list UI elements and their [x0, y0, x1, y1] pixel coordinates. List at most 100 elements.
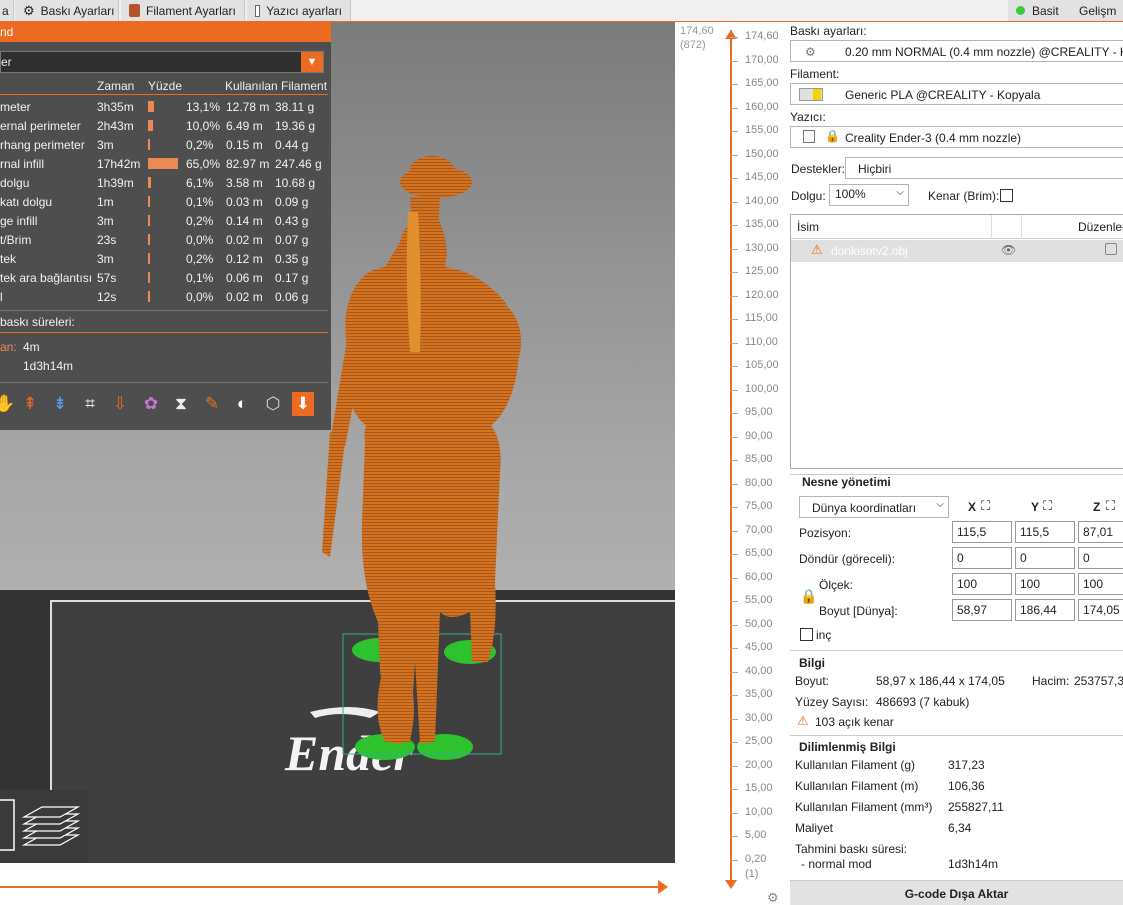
export-gcode-button[interactable]: G-code Dışa Aktar: [790, 880, 1123, 905]
pause-icon[interactable]: ⧗: [170, 392, 192, 416]
brim-label: Kenar (Brim):: [928, 189, 1000, 203]
layer-tick-label: 60,00: [745, 570, 773, 583]
printer-profile-value: Creality Ender-3 (0.4 mm nozzle): [845, 131, 1022, 145]
layers-down-icon[interactable]: ⇟: [49, 392, 71, 416]
legend-row-bar: [148, 234, 150, 245]
legend-row: tek ara bağlantısı 57s 0,1% 0.06 m 0.17 g: [0, 269, 331, 288]
retract-icon[interactable]: ⇩: [109, 392, 131, 416]
export-arrow-icon[interactable]: ⬇: [292, 392, 314, 416]
volume-label: Hacim:: [1032, 674, 1070, 688]
legend-row-percent: 0,2%: [186, 252, 214, 266]
drop-to-bed-icon[interactable]: ⛶: [981, 498, 990, 514]
legend-row-name: l: [0, 290, 3, 304]
scale-y-field[interactable]: 100: [1015, 573, 1075, 595]
layer-tick-mark: [730, 389, 738, 391]
legend-row-bar: [148, 177, 151, 188]
filament-combo[interactable]: Generic PLA @CREALITY - Kopyala: [790, 83, 1123, 105]
custom-gcode-icon[interactable]: ✎: [201, 392, 223, 416]
layer-tick-label: 40,00: [745, 664, 773, 677]
printer-icon: [803, 130, 815, 143]
legend-row-time: 23s: [97, 233, 117, 247]
layer-tick-mark: [730, 201, 738, 203]
mode-basic-button[interactable]: Basit: [1008, 0, 1067, 21]
time-label: an:: [0, 340, 17, 354]
hand-icon[interactable]: ✋: [0, 392, 16, 416]
supports-combo[interactable]: Hiçbiri: [845, 157, 1123, 179]
layer-tick-mark: [730, 413, 738, 415]
legend-row-name: rhang perimeter: [0, 138, 85, 152]
drop-to-bed-icon[interactable]: ⛶: [1043, 498, 1052, 514]
print-times-title: baskı süreleri:: [0, 315, 75, 329]
horizontal-slider-handle[interactable]: [658, 880, 668, 894]
layer-tick-label: 85,00: [745, 453, 773, 466]
view-mode-toggle[interactable]: [0, 790, 88, 863]
inch-checkbox[interactable]: [800, 628, 813, 641]
position-z-field[interactable]: 87,01: [1078, 521, 1123, 543]
legend-row-percent: 0,1%: [186, 271, 214, 285]
rotate-x-field[interactable]: 0: [952, 547, 1012, 569]
chevron-down-icon[interactable]: ▼: [301, 52, 323, 72]
lock-icon[interactable]: 🔒: [800, 588, 817, 605]
layer-tick-mark: [730, 577, 738, 579]
printer-combo[interactable]: 🔒 Creality Ender-3 (0.4 mm nozzle): [790, 126, 1123, 148]
list-item[interactable]: ⚠ donkisotv2.obj 👁: [791, 240, 1123, 262]
print-profile-combo[interactable]: ⚙ 0.20 mm NORMAL (0.4 mm nozzle) @CREALI…: [790, 40, 1123, 62]
layer-tick-label: 105,00: [745, 359, 779, 372]
layer-tick-label: 10,00: [745, 805, 773, 818]
position-x-field[interactable]: 115,5: [952, 521, 1012, 543]
position-y-field[interactable]: 115,5: [1015, 521, 1075, 543]
scale-label: Ölçek:: [819, 578, 854, 592]
size-x-field[interactable]: 58,97: [952, 599, 1012, 621]
layer-bottom-handle[interactable]: [725, 880, 737, 889]
coordinate-system-combo[interactable]: Dünya koordinatları ⌵: [799, 496, 949, 518]
legend-divider: [0, 310, 328, 311]
color-change-icon[interactable]: ✿: [140, 392, 162, 416]
scale-x-field[interactable]: 100: [952, 573, 1012, 595]
layers-up-icon[interactable]: ⇞: [19, 392, 41, 416]
infill-combo[interactable]: 100% ⌵: [829, 184, 909, 206]
tab-printer-settings[interactable]: Yazıcı ayarları: [247, 0, 351, 21]
object-list[interactable]: İsim Düzenler ⚠ donkisotv2.obj 👁: [790, 214, 1123, 469]
view-type-combo[interactable]: er ▼: [0, 51, 324, 73]
legend-row-meters: 0.02 m: [226, 290, 263, 304]
horizontal-slider[interactable]: [0, 863, 675, 905]
coordinate-system-value: Dünya koordinatları: [812, 501, 917, 515]
tab-filament-settings[interactable]: Filament Ayarları: [121, 0, 245, 21]
chevron-down-icon: ⌵: [936, 499, 944, 510]
layer-tick-label: 140,00: [745, 194, 779, 207]
seam-icon[interactable]: ⌗: [79, 392, 101, 416]
scale-z-field[interactable]: 100: [1078, 573, 1123, 595]
tab-print-settings[interactable]: ⚙ Baskı Ayarları: [15, 0, 119, 21]
mode-advanced-label: Gelişm: [1079, 3, 1117, 18]
legend-row-name: katı dolgu: [0, 195, 53, 209]
axis-x-label: X: [968, 500, 977, 514]
layer-slider[interactable]: 174,60 (872) 174,60 170,00 165,00 160,00 155…: [675, 22, 788, 905]
shells-icon[interactable]: ◐: [231, 392, 253, 416]
filament-label: Filament:: [790, 67, 840, 81]
col-percent: Yüzde: [148, 79, 183, 93]
wireframe-cube-icon[interactable]: ⬡: [262, 392, 284, 416]
legend-row-meters: 0.03 m: [226, 195, 263, 209]
rotate-y-field[interactable]: 0: [1015, 547, 1075, 569]
eye-icon[interactable]: 👁: [1001, 243, 1016, 257]
edit-settings-icon[interactable]: [1105, 243, 1117, 255]
rotate-z-field[interactable]: 0: [1078, 547, 1123, 569]
drop-to-bed-icon[interactable]: ⛶: [1106, 498, 1115, 514]
sliced-value: 317,23: [948, 758, 985, 772]
legend-divider: [0, 332, 328, 333]
layer-tick-mark: [730, 319, 738, 321]
size-label: Boyut [Dünya]:: [819, 604, 898, 618]
filament-profile-value: Generic PLA @CREALITY - Kopyala: [845, 88, 1041, 102]
facets-label: Yüzey Sayısı:: [795, 695, 869, 709]
sliced-label: Kullanılan Filament (mm³): [795, 800, 933, 814]
layer-tick-label: 160,00: [745, 100, 779, 113]
legend-row-name: tek ara bağlantısı: [0, 271, 93, 285]
size-y-field[interactable]: 186,44: [1015, 599, 1075, 621]
legend-row-bar: [148, 196, 150, 207]
brim-checkbox[interactable]: [1000, 189, 1013, 202]
layer-tick-label: 90,00: [745, 429, 773, 442]
mode-advanced-button[interactable]: Gelişm: [1064, 0, 1123, 21]
tab-plater[interactable]: a: [0, 0, 14, 21]
cog-icon[interactable]: ⚙: [767, 890, 779, 905]
size-z-field[interactable]: 174,05: [1078, 599, 1123, 621]
